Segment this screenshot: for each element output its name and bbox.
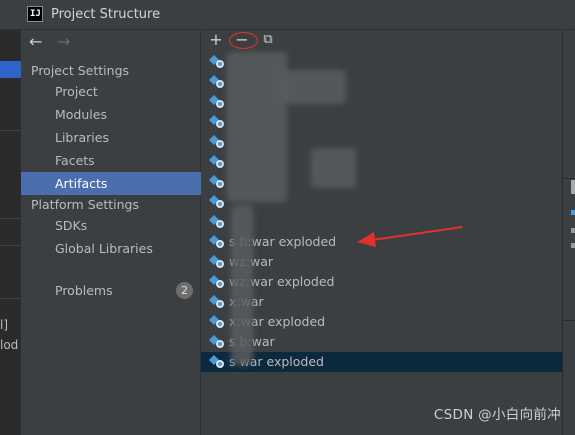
artifact-war-icon xyxy=(209,75,225,89)
project-settings-header: Project Settings xyxy=(31,63,130,78)
artifact-row[interactable]: s b:war xyxy=(201,332,562,352)
artifact-row[interactable]: wz:war exploded xyxy=(201,272,562,292)
sidebar-item-sdks[interactable]: SDKs xyxy=(21,214,201,237)
sidebar-item-libraries[interactable]: Libraries xyxy=(21,126,201,149)
background-dot-icon xyxy=(571,210,575,215)
background-dot-icon xyxy=(571,243,575,248)
background-dot-icon xyxy=(571,228,575,233)
background-divider xyxy=(0,245,21,246)
watermark: CSDN @小白向前冲 xyxy=(433,407,561,423)
background-scroll-block xyxy=(571,180,575,194)
artifact-war-icon xyxy=(209,275,225,289)
sidebar-item-artifacts[interactable]: Artifacts xyxy=(21,172,201,195)
sidebar-item-label: Problems xyxy=(55,283,113,298)
copy-icon[interactable]: ⧉ xyxy=(259,30,277,50)
artifact-row[interactable] xyxy=(201,212,562,232)
sidebar-item-global-libraries[interactable]: Global Libraries xyxy=(21,237,201,260)
intellij-app-icon: IJ xyxy=(27,6,43,22)
sidebar-item-project[interactable]: Project xyxy=(21,80,201,103)
sidebar-item-label: Artifacts xyxy=(55,176,108,191)
sidebar-item-modules[interactable]: Modules xyxy=(21,103,201,126)
artifact-row[interactable]: x:war exploded xyxy=(201,312,562,332)
artifact-war-icon xyxy=(209,135,225,149)
artifacts-panel: + − ⧉ s h:war exploded wz:war wz:war exp… xyxy=(201,30,562,435)
sidebar-item-label: Modules xyxy=(55,107,107,122)
background-selection-strip xyxy=(0,61,21,78)
arrow-left-icon[interactable]: ← xyxy=(29,33,42,51)
artifact-row[interactable]: wz:war xyxy=(201,252,562,272)
sidebar-item-facets[interactable]: Facets xyxy=(21,149,201,172)
background-divider xyxy=(563,320,575,321)
sidebar-item-problems[interactable]: Problems 2 xyxy=(21,279,201,302)
background-text-fragment: l] xyxy=(0,318,9,332)
redaction-blur xyxy=(311,148,356,188)
background-divider xyxy=(0,218,21,219)
platform-settings-header: Platform Settings xyxy=(31,197,139,212)
title-bar: IJ Project Structure xyxy=(0,0,575,30)
sidebar-item-label: SDKs xyxy=(55,218,88,233)
artifact-war-icon xyxy=(209,255,225,269)
annotation-circle xyxy=(229,32,258,49)
artifact-war-icon xyxy=(209,355,225,369)
background-ide-left: l] lod xyxy=(0,30,21,435)
artifact-row[interactable]: x:war xyxy=(201,292,562,312)
background-text-fragment: lod xyxy=(0,338,19,352)
artifact-war-icon xyxy=(209,335,225,349)
artifact-war-icon xyxy=(209,175,225,189)
sidebar-item-label: Libraries xyxy=(55,130,109,145)
background-divider xyxy=(0,130,21,131)
artifact-war-icon xyxy=(209,195,225,209)
sidebar-item-label: Facets xyxy=(55,153,95,168)
artifact-war-icon xyxy=(209,235,225,249)
problems-count-badge: 2 xyxy=(176,282,193,299)
window-title: Project Structure xyxy=(51,7,161,22)
redaction-blur xyxy=(227,52,287,202)
add-icon[interactable]: + xyxy=(207,30,225,50)
artifact-war-icon xyxy=(209,55,225,69)
artifact-war-icon xyxy=(209,155,225,169)
arrow-right-icon[interactable]: → xyxy=(57,33,70,51)
artifact-war-icon xyxy=(209,295,225,309)
settings-sidebar: ← → Project Settings Project Modules Lib… xyxy=(21,30,201,435)
artifact-war-icon xyxy=(209,115,225,129)
artifact-row[interactable]: s h:war exploded xyxy=(201,232,562,252)
redaction-blur xyxy=(281,70,346,104)
artifact-war-icon xyxy=(209,315,225,329)
artifact-war-icon xyxy=(209,95,225,109)
background-divider xyxy=(0,298,21,299)
artifact-row[interactable]: s war exploded xyxy=(201,352,562,372)
artifact-war-icon xyxy=(209,215,225,229)
redaction-blur xyxy=(231,205,253,365)
sidebar-item-label: Global Libraries xyxy=(55,241,153,256)
background-ide-right xyxy=(562,30,575,435)
background-divider xyxy=(563,178,575,179)
sidebar-item-label: Project xyxy=(55,84,98,99)
